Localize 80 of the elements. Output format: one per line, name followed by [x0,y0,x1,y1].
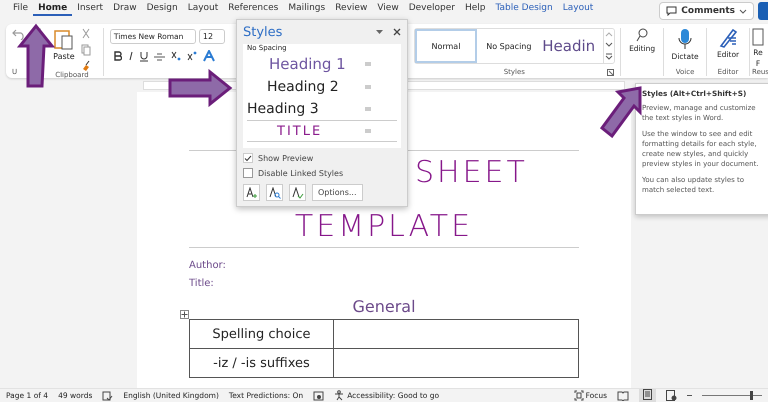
menu-tab[interactable]: Design [142,2,183,16]
style-list-item[interactable]: TITLE [277,124,322,138]
menu-tab[interactable]: Insert [72,2,108,16]
dropdown-icon[interactable] [376,30,383,34]
font-size-field[interactable]: 12 [198,29,225,44]
style-option[interactable]: Normal [414,29,478,63]
comments-button[interactable]: Comments [659,2,754,20]
paragraph-mark-icon [365,84,371,90]
bold-icon[interactable] [114,51,122,61]
options-button[interactable]: Options... [312,184,362,201]
table-cell: -iz / -is suffixes [213,356,310,370]
menu-tab[interactable]: References [223,2,284,16]
close-icon[interactable] [393,28,401,36]
subscript-icon[interactable] [170,51,181,61]
pane-title: Styles [243,24,284,40]
checkbox-label: Show Preview [258,154,314,162]
menu-tab[interactable]: Layout [182,2,224,16]
paragraph-mark-icon [365,62,371,66]
checkbox[interactable] [243,153,253,163]
dialog-launcher-icon[interactable] [607,69,614,76]
web-layout-icon[interactable] [666,390,677,401]
read-mode-icon[interactable] [617,390,629,400]
annotation-arrow [600,86,642,138]
menu-tab[interactable]: Draw [108,2,142,16]
checkbox-label: Disable Linked Styles [258,168,344,178]
table-cell: Spelling choice [212,326,310,342]
checkbox[interactable] [243,168,253,178]
focus-icon [574,390,584,401]
zoom-slider-thumb[interactable] [750,391,753,400]
menu-tab[interactable]: Table Design [490,2,558,16]
menu-tab[interactable]: File [8,2,34,16]
superscript-icon[interactable] [186,51,197,61]
italic-icon[interactable] [128,51,134,61]
clipboard-icon [54,28,74,50]
scissors-icon[interactable] [80,28,91,40]
annotation-arrow [168,68,232,108]
tracking-icon[interactable] [313,390,324,400]
paste-button[interactable]: Paste [53,28,75,71]
comment-icon [666,6,678,16]
section-heading: General [352,297,416,316]
paintbrush-icon[interactable] [80,60,91,71]
menu-tab[interactable]: Help [460,2,491,16]
search-icon [636,28,648,42]
microphone-icon [678,28,692,50]
menu-tab[interactable]: View [372,2,404,16]
paragraph-mark-icon [365,128,371,134]
style-list-item[interactable]: Heading 3 [247,101,319,117]
menu-tab[interactable]: Home [33,2,72,16]
document-icon [752,28,764,46]
manage-styles-button[interactable] [289,184,306,201]
print-layout-icon[interactable] [643,389,652,400]
undo-icon[interactable] [12,28,26,40]
text-effects-icon[interactable] [202,50,215,62]
field-label: Author: [189,260,226,271]
strikethrough-icon[interactable] [154,52,165,60]
menu-tab[interactable]: Review [330,2,372,16]
field-label: Title: [189,278,214,289]
paragraph-mark-icon [365,106,371,112]
copy-icon[interactable] [80,44,91,56]
annotation-arrow [16,24,56,88]
style-list-item[interactable]: Heading 2 [267,79,339,95]
style-option[interactable]: No Spacing [477,29,540,63]
style-option[interactable]: Headin [540,29,604,63]
scroll-down-icon[interactable] [605,42,614,48]
menu-tab[interactable]: Mailings [283,2,330,16]
expand-icon[interactable] [605,53,614,60]
table-move-handle-icon[interactable] [180,310,189,319]
document-title: SHEET [415,157,528,189]
menu-tab[interactable]: Developer [404,2,460,16]
style-list-item[interactable]: Heading 1 [269,55,346,73]
underline-icon[interactable] [140,50,148,62]
chevron-icon [739,8,747,14]
pen-icon [718,28,738,48]
style-inspector-button[interactable] [266,184,283,201]
proofing-icon[interactable] [102,390,114,400]
accessibility-icon [334,390,346,401]
new-style-button[interactable] [243,184,260,201]
menu-tab[interactable]: Layout [558,2,598,16]
share-button[interactable] [758,2,768,20]
document-title: TEMPLATE [294,211,474,243]
